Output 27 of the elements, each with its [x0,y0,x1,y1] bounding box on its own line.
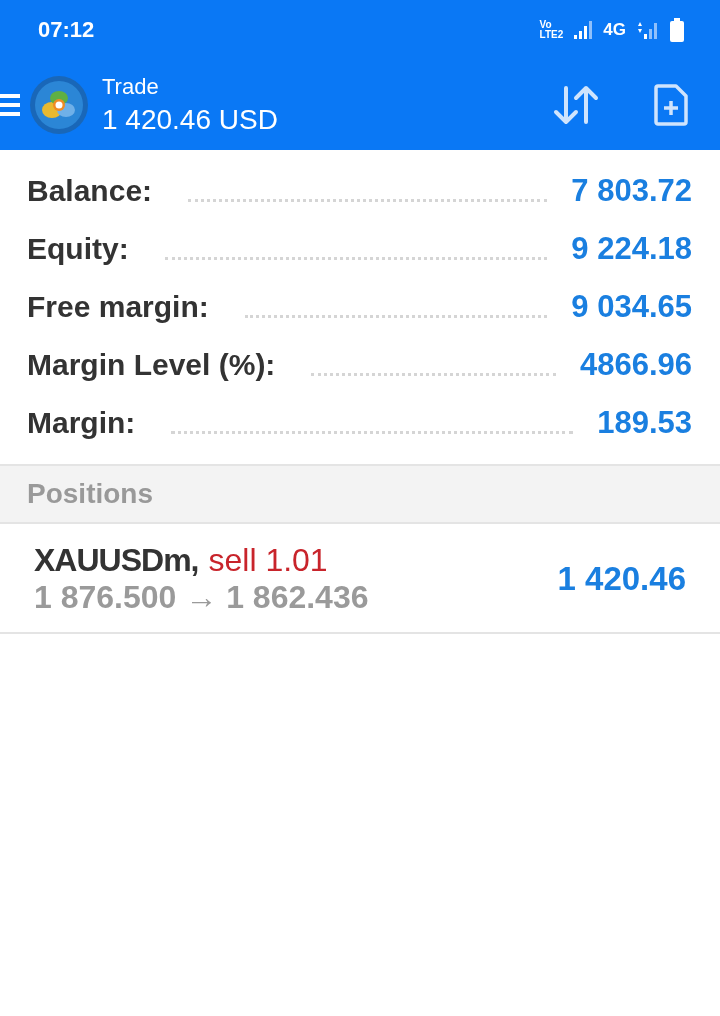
volte-indicator: Vo LTE2 [539,20,564,40]
summary-label: Equity: [27,232,129,266]
position-profit: 1 420.46 [557,560,686,598]
summary-label: Margin: [27,406,136,440]
position-order: sell 1.01 [208,542,328,579]
sort-icon[interactable] [552,84,600,126]
section-header: Positions [27,478,153,510]
position-symbol: XAUUSDm, [34,542,199,579]
summary-value: 7 803.72 [571,173,692,209]
position-prices: 1 876.500 → 1 862.436 [34,579,370,616]
network-type: 4G [603,20,626,40]
menu-icon[interactable] [0,92,20,118]
new-order-icon[interactable] [654,84,688,126]
signal-icon [636,20,660,40]
summary-value: 9 224.18 [571,231,692,267]
summary-value: 189.53 [597,405,692,441]
account-profit: 1 420.46 USD [102,104,278,136]
signal-icon [573,20,594,40]
app-logo-icon [30,76,88,134]
summary-label: Margin Level (%): [27,348,276,382]
summary-label: Balance: [27,174,153,208]
screen-title: Trade [102,74,160,100]
battery-icon [670,18,684,42]
summary-label: Free margin: [27,290,209,324]
status-time: 07:12 [38,17,95,43]
summary-value: 4866.96 [579,347,692,383]
summary-value: 9 034.65 [571,289,692,325]
